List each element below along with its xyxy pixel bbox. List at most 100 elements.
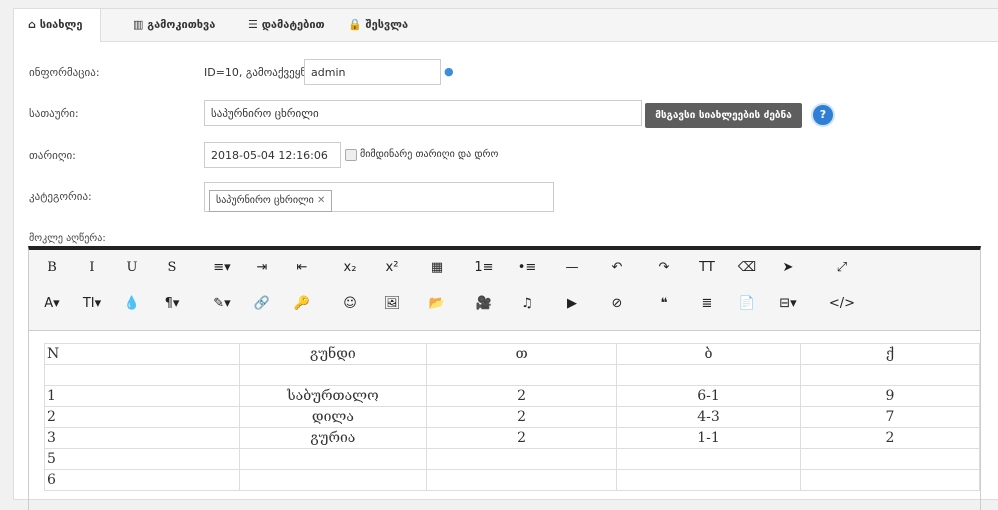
- table-cell[interactable]: 5: [44, 448, 240, 470]
- toolbar-button[interactable]: 🔗: [247, 296, 277, 311]
- table-cell[interactable]: 1: [44, 385, 240, 407]
- toolbar-button[interactable]: —: [557, 260, 587, 275]
- date-input[interactable]: 2018-05-04 12:16:06: [204, 142, 341, 168]
- toolbar-button[interactable]: ⤢: [827, 260, 857, 275]
- table-cell[interactable]: [615, 469, 801, 491]
- toolbar-button[interactable]: ⊟▾: [773, 296, 803, 311]
- table-cell[interactable]: 2: [426, 427, 617, 449]
- tab-bar: ⌂ სიახლე ▥ გამოკითხვა ☰ დამატებით 🔒 შესვ…: [14, 9, 998, 42]
- table-cell[interactable]: საბურთალო: [238, 385, 428, 407]
- table-cell[interactable]: [799, 364, 981, 386]
- tab-poll[interactable]: ▥ გამოკითხვა: [119, 9, 215, 41]
- toolbar-button[interactable]: ≣: [692, 296, 722, 311]
- table-cell[interactable]: ბ: [615, 343, 801, 365]
- home-icon: ⌂: [28, 18, 40, 31]
- toolbar-button[interactable]: ⊘: [602, 296, 632, 311]
- toolbar-button[interactable]: x²: [377, 260, 407, 275]
- rich-text-editor: B I U S ≡▾ ⇥ ⇤ x₂ x² ▦ 1≡ •≡ — ↶ ↷ TT ⌫ ➤ ⤢ A▾ TI▾ 💧 ¶▾ ✎▾ 🔗 🔑 ☺ 🖼 📂…: [28, 246, 981, 510]
- toolbar-button[interactable]: I: [77, 260, 107, 275]
- toolbar-button[interactable]: ⇥: [247, 260, 277, 275]
- toolbar-button[interactable]: B: [37, 260, 67, 275]
- toolbar-button[interactable]: 🖼: [377, 296, 407, 311]
- toolbar-button[interactable]: S: [157, 260, 187, 275]
- toolbar-button[interactable]: •≡: [512, 260, 542, 275]
- table-cell[interactable]: დილა: [238, 406, 428, 428]
- toolbar-button[interactable]: ↶: [602, 260, 632, 275]
- toolbar-button[interactable]: TT: [692, 260, 722, 275]
- table-cell[interactable]: ქ: [799, 343, 981, 365]
- category-label: კატეგორია:: [29, 190, 92, 203]
- toolbar-button[interactable]: ⇤: [287, 260, 317, 275]
- table-cell[interactable]: [426, 448, 617, 470]
- table-row: Nგუნდი თ ბ ქ: [44, 343, 981, 365]
- toolbar-button[interactable]: 🎥: [469, 296, 499, 311]
- category-input[interactable]: საპურნირო ცხრილი ✕: [204, 182, 554, 212]
- table-cell[interactable]: 6-1: [615, 385, 801, 407]
- author-input[interactable]: admin: [304, 59, 441, 85]
- tab-news[interactable]: ⌂ სიახლე: [14, 9, 101, 42]
- table-cell[interactable]: [238, 469, 428, 491]
- similar-news-button[interactable]: მსგავსი სიახლეების ძებნა: [645, 103, 802, 128]
- table-cell[interactable]: გუნდი: [238, 343, 428, 365]
- tab-login[interactable]: 🔒 შესვლა: [334, 9, 408, 41]
- short-desc-label: მოკლე აღწერა:: [29, 233, 106, 244]
- table-row: [44, 364, 981, 386]
- toolbar-button[interactable]: ✎▾: [207, 296, 237, 311]
- table-cell[interactable]: [238, 448, 428, 470]
- editor-toolbar: B I U S ≡▾ ⇥ ⇤ x₂ x² ▦ 1≡ •≡ — ↶ ↷ TT ⌫ ➤ ⤢ A▾ TI▾ 💧 ¶▾ ✎▾ 🔗 🔑 ☺ 🖼 📂…: [29, 250, 980, 331]
- toolbar-button[interactable]: ↷: [649, 260, 679, 275]
- category-tag: საპურნირო ცხრილი ✕: [209, 190, 333, 212]
- table-cell[interactable]: [426, 364, 617, 386]
- table-cell[interactable]: 9: [799, 385, 981, 407]
- tab-more[interactable]: ☰ დამატებით: [234, 9, 325, 41]
- toolbar-button[interactable]: ▶: [557, 296, 587, 311]
- title-input[interactable]: საპურნირო ცხრილი: [204, 100, 642, 126]
- table-cell[interactable]: გურია: [238, 427, 428, 449]
- current-date-checkbox[interactable]: [345, 149, 357, 161]
- toolbar-button[interactable]: ❝: [649, 296, 679, 311]
- bar-chart-icon: ▥: [133, 18, 148, 31]
- toolbar-button[interactable]: </>: [827, 296, 857, 311]
- toolbar-button[interactable]: ¶▾: [157, 296, 187, 311]
- table-cell[interactable]: 1-1: [615, 427, 801, 449]
- toolbar-button[interactable]: ☺: [335, 296, 365, 311]
- table-cell[interactable]: 3: [44, 427, 240, 449]
- toolbar-button[interactable]: ♫: [512, 296, 542, 311]
- table-cell[interactable]: [238, 364, 428, 386]
- table-cell[interactable]: 7: [799, 406, 981, 428]
- table-row: 1 საბურთალო 2 6-1 9: [44, 385, 981, 407]
- toolbar-button[interactable]: ⌫: [732, 260, 762, 275]
- table-cell[interactable]: [615, 448, 801, 470]
- remove-tag-icon[interactable]: ✕: [317, 195, 325, 206]
- help-icon[interactable]: ?: [811, 103, 835, 127]
- table-cell[interactable]: 4-3: [615, 406, 801, 428]
- table-cell[interactable]: 2: [44, 406, 240, 428]
- content-table[interactable]: Nგუნდი თ ბ ქ 1 საბურთალო 2 6-1 9 2 დილა 2 4-3 7 3 გურია…: [44, 343, 981, 491]
- table-cell[interactable]: [426, 469, 617, 491]
- table-cell[interactable]: N: [44, 343, 240, 365]
- toolbar-button[interactable]: 📂: [422, 296, 452, 311]
- table-cell[interactable]: [799, 469, 981, 491]
- toolbar-button[interactable]: ▦: [422, 260, 452, 275]
- toolbar-button[interactable]: 🔑: [287, 296, 317, 311]
- table-cell[interactable]: [615, 364, 801, 386]
- toolbar-button[interactable]: x₂: [335, 260, 365, 275]
- toolbar-button[interactable]: ≡▾: [207, 260, 237, 275]
- toolbar-button[interactable]: 1≡: [469, 260, 499, 275]
- table-cell[interactable]: 2: [799, 427, 981, 449]
- table-cell[interactable]: [44, 364, 240, 386]
- toolbar-button[interactable]: 📄: [732, 296, 762, 311]
- table-cell[interactable]: [799, 448, 981, 470]
- toolbar-button[interactable]: ➤: [773, 260, 803, 275]
- current-date-label: მიმდინარე თარიღი და დრო: [360, 149, 499, 160]
- main-panel: ⌂ სიახლე ▥ გამოკითხვა ☰ დამატებით 🔒 შესვ…: [13, 8, 998, 510]
- toolbar-button[interactable]: TI▾: [77, 296, 107, 311]
- table-cell[interactable]: თ: [426, 343, 617, 365]
- table-cell[interactable]: 6: [44, 469, 240, 491]
- table-cell[interactable]: 2: [426, 385, 617, 407]
- toolbar-button[interactable]: 💧: [117, 296, 147, 311]
- toolbar-button[interactable]: U: [117, 260, 147, 275]
- toolbar-button[interactable]: A▾: [37, 296, 67, 311]
- date-label: თარიღი:: [29, 149, 76, 162]
- table-cell[interactable]: 2: [426, 406, 617, 428]
